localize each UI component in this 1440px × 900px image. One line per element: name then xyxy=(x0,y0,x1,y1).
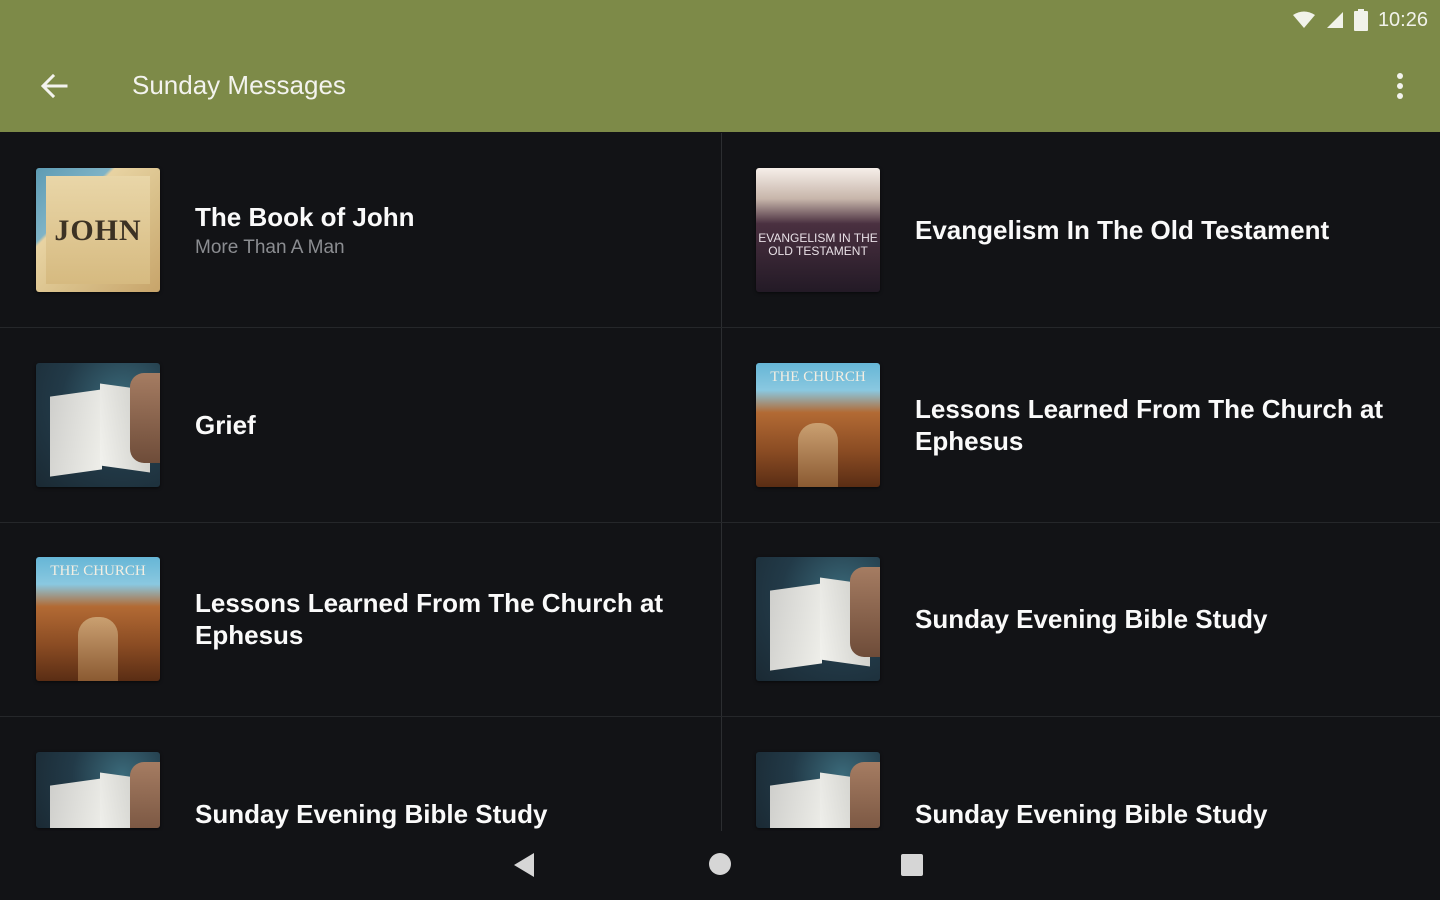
list-item[interactable]: JOHN The Book of John More Than A Man xyxy=(0,133,720,327)
item-text: Lessons Learned From The Church at Ephes… xyxy=(915,328,1400,522)
signal-icon xyxy=(1326,12,1343,28)
nav-home-icon xyxy=(709,853,731,875)
item-text: Sunday Evening Bible Study xyxy=(915,717,1400,831)
hand-art xyxy=(850,762,880,828)
bible-thumbnail xyxy=(756,557,880,681)
wifi-icon xyxy=(1292,11,1315,28)
system-nav-bar xyxy=(0,831,1440,900)
series-grid: JOHN The Book of John More Than A Man EV… xyxy=(0,133,1440,831)
thumbnail-text: THE CHURCH xyxy=(50,563,146,579)
nav-recents-button[interactable] xyxy=(899,852,925,883)
battery-icon xyxy=(1353,9,1368,31)
bible-page xyxy=(770,583,822,671)
bible-thumbnail xyxy=(756,752,880,828)
item-title: Evangelism In The Old Testament xyxy=(915,215,1330,245)
status-bar: 10:26 xyxy=(1292,6,1428,34)
bible-page xyxy=(50,778,102,828)
list-item[interactable]: Grief xyxy=(0,328,720,522)
arch-art xyxy=(78,617,118,681)
app-bar: 10:26 Sunday Messages xyxy=(0,0,1440,132)
thumbnail-text: JOHN xyxy=(54,214,142,247)
arch-art xyxy=(798,423,838,487)
list-item[interactable]: Sunday Evening Bible Study xyxy=(0,717,720,831)
hand-art xyxy=(850,567,880,657)
thumbnail-text: EVANGELISM IN THE OLD TESTAMENT xyxy=(758,231,878,258)
list-item[interactable]: Sunday Evening Bible Study xyxy=(720,717,1440,831)
more-vert-icon xyxy=(1397,73,1403,99)
hand-art xyxy=(130,762,160,828)
item-text: Grief xyxy=(195,328,680,522)
item-title: Lessons Learned From The Church at Ephes… xyxy=(915,394,1384,456)
item-title: Sunday Evening Bible Study xyxy=(915,604,1268,634)
item-text: Sunday Evening Bible Study xyxy=(915,522,1400,716)
list-item[interactable]: THE CHURCH Lessons Learned From The Chur… xyxy=(720,328,1440,522)
bible-page xyxy=(770,778,822,828)
item-text: The Book of John More Than A Man xyxy=(195,133,680,327)
nav-home-button[interactable] xyxy=(707,851,733,882)
item-title: The Book of John xyxy=(195,202,415,232)
nav-back-icon xyxy=(514,853,534,877)
page-title: Sunday Messages xyxy=(132,70,346,100)
clock: 10:26 xyxy=(1377,8,1428,31)
item-title: Lessons Learned From The Church at Ephes… xyxy=(195,588,664,650)
item-text: Sunday Evening Bible Study xyxy=(195,717,680,831)
arrow-back-icon xyxy=(40,74,68,98)
overflow-menu-button[interactable] xyxy=(1386,64,1414,108)
john-thumbnail: JOHN xyxy=(36,168,160,292)
bible-thumbnail xyxy=(36,363,160,487)
item-title: Grief xyxy=(195,410,256,440)
thumbnail-text: THE CHURCH xyxy=(770,369,866,385)
list-item[interactable]: EVANGELISM IN THE OLD TESTAMENT Evangeli… xyxy=(720,133,1440,327)
back-button[interactable] xyxy=(34,66,74,106)
hand-art xyxy=(130,373,160,463)
evangelism-thumbnail: EVANGELISM IN THE OLD TESTAMENT xyxy=(756,168,880,292)
item-text: Evangelism In The Old Testament xyxy=(915,133,1400,327)
church-thumbnail: THE CHURCH xyxy=(36,557,160,681)
item-text: Lessons Learned From The Church at Ephes… xyxy=(195,522,680,716)
church-thumbnail: THE CHURCH xyxy=(756,363,880,487)
bible-page xyxy=(50,389,102,477)
bible-thumbnail xyxy=(36,752,160,828)
item-title: Sunday Evening Bible Study xyxy=(195,799,548,829)
item-subtitle: More Than A Man xyxy=(195,237,345,258)
nav-recents-icon xyxy=(901,854,923,876)
list-item[interactable]: THE CHURCH Lessons Learned From The Chur… xyxy=(0,522,720,716)
item-title: Sunday Evening Bible Study xyxy=(915,799,1268,829)
nav-back-button[interactable] xyxy=(510,851,538,884)
list-item[interactable]: Sunday Evening Bible Study xyxy=(720,522,1440,716)
